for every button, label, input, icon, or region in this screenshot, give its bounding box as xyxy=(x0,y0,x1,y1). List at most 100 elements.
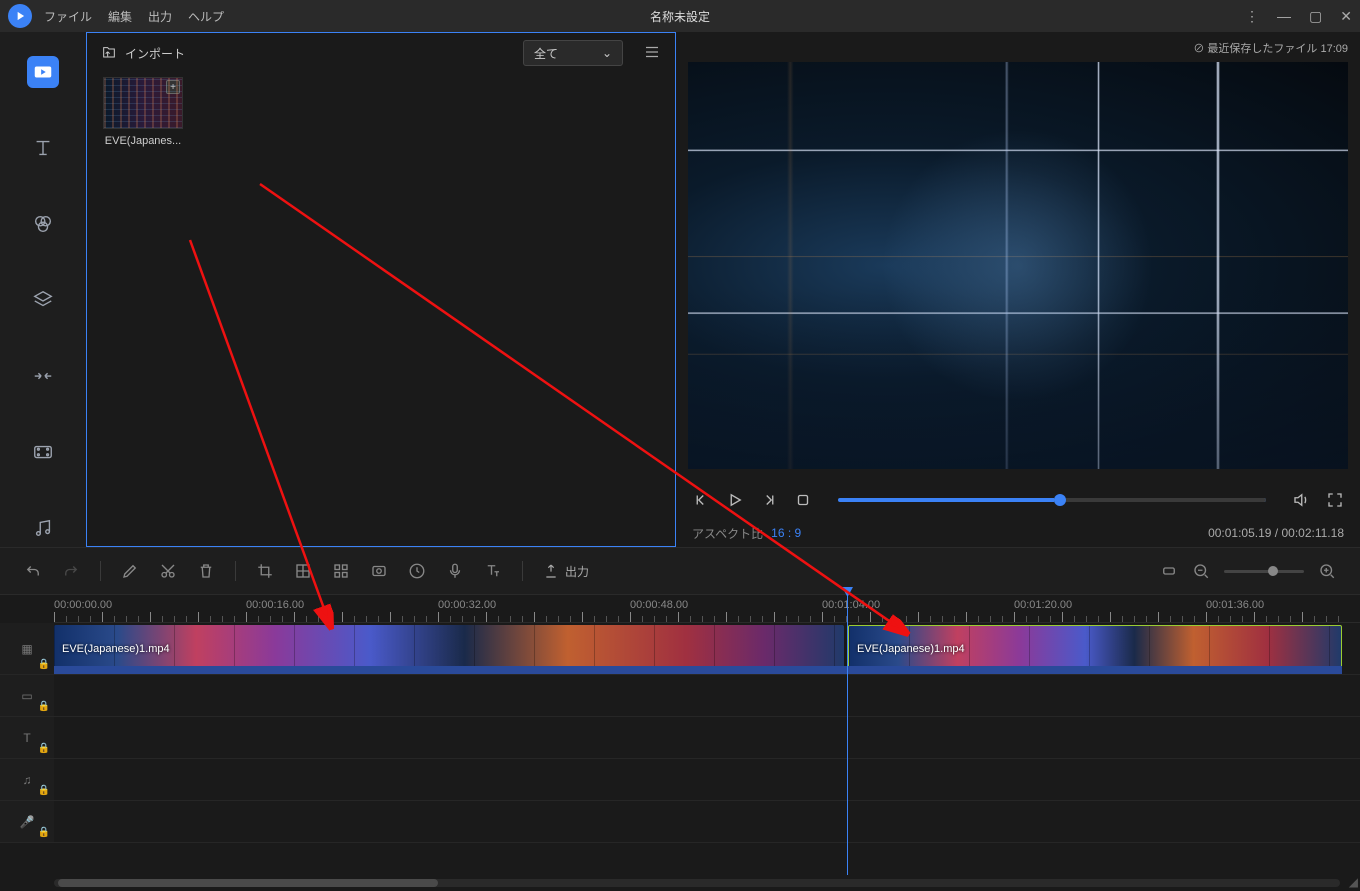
preview-canvas[interactable] xyxy=(688,62,1348,469)
audio-strip xyxy=(54,666,1342,674)
add-to-timeline-icon[interactable]: + xyxy=(166,80,180,94)
video-track-head[interactable]: ▦ 🔒 xyxy=(0,623,54,674)
text-to-speech-button[interactable] xyxy=(484,562,502,580)
lock-icon[interactable]: 🔒 xyxy=(38,659,50,670)
menu-edit[interactable]: 編集 xyxy=(108,8,132,25)
seek-bar[interactable] xyxy=(838,498,1266,502)
media-thumbnail: + xyxy=(103,77,183,129)
voice-track-body[interactable] xyxy=(54,801,1360,842)
lock-icon[interactable]: 🔒 xyxy=(38,743,50,754)
overlay-track-icon: ▭ xyxy=(21,689,32,703)
lock-icon[interactable]: 🔒 xyxy=(38,827,50,838)
export-button[interactable]: 出力 xyxy=(543,563,589,580)
prev-frame-button[interactable] xyxy=(692,491,710,509)
fullscreen-button[interactable] xyxy=(1326,491,1344,509)
redo-button[interactable] xyxy=(62,562,80,580)
app-logo xyxy=(8,4,32,28)
sidebar-elements-icon[interactable] xyxy=(27,436,59,468)
tool-sidebar xyxy=(0,32,86,547)
minimize-button[interactable]: — xyxy=(1277,8,1291,24)
zoom-out-button[interactable] xyxy=(1192,562,1210,580)
timeline-ruler[interactable]: 00:00:00.00 00:00:16.00 00:00:32.00 00:0… xyxy=(54,595,1360,623)
overlay-track: ▭🔒 xyxy=(0,675,1360,717)
main-menu: ファイル 編集 出力 ヘルプ xyxy=(44,8,224,25)
zoom-fit-button[interactable] xyxy=(1160,562,1178,580)
speed-button[interactable] xyxy=(408,562,426,580)
zoom-slider[interactable] xyxy=(1224,570,1304,573)
text-track: T🔒 xyxy=(0,717,1360,759)
play-button[interactable] xyxy=(726,491,744,509)
mosaic-button[interactable] xyxy=(294,562,312,580)
sidebar-audio-icon[interactable] xyxy=(27,512,59,544)
audio-track-head[interactable]: ♫🔒 xyxy=(0,759,54,800)
aspect-ratio-value[interactable]: 16 : 9 xyxy=(771,526,801,540)
delete-button[interactable] xyxy=(197,562,215,580)
media-item[interactable]: + EVE(Japanes... xyxy=(101,77,185,147)
stop-button[interactable] xyxy=(794,491,812,509)
timeline-tracks: ▦ 🔒 EVE(Japanese)1.mp4 EVE(Japanese)1.mp… xyxy=(0,623,1360,843)
mic-track-icon: 🎤 xyxy=(20,815,35,829)
sidebar-filter-icon[interactable] xyxy=(27,208,59,240)
playhead[interactable] xyxy=(847,595,848,875)
timeline-clip-1[interactable]: EVE(Japanese)1.mp4 xyxy=(54,625,844,672)
media-filter-dropdown[interactable]: 全て ⌄ xyxy=(523,40,623,66)
edit-tool-button[interactable] xyxy=(121,562,139,580)
next-frame-button[interactable] xyxy=(760,491,778,509)
volume-button[interactable] xyxy=(1292,491,1310,509)
crop-button[interactable] xyxy=(256,562,274,580)
media-panel: インポート 全て ⌄ + EVE(Japanes... xyxy=(86,32,676,547)
sidebar-text-icon[interactable] xyxy=(27,132,59,164)
overlay-track-head[interactable]: ▭🔒 xyxy=(0,675,54,716)
grid-button[interactable] xyxy=(332,562,350,580)
voice-track-head[interactable]: 🎤🔒 xyxy=(0,801,54,842)
menu-file[interactable]: ファイル xyxy=(44,8,92,25)
record-button[interactable] xyxy=(370,562,388,580)
zoom-in-button[interactable] xyxy=(1318,562,1336,580)
text-track-head[interactable]: T🔒 xyxy=(0,717,54,758)
audio-track-icon: ♫ xyxy=(23,773,32,787)
clip-label: EVE(Japanese)1.mp4 xyxy=(857,643,965,655)
text-track-body[interactable] xyxy=(54,717,1360,758)
aspect-ratio-label: アスペクト比 xyxy=(692,525,763,542)
playback-time: 00:01:05.19 / 00:02:11.18 xyxy=(1208,526,1344,540)
timeline-toolbar: 出力 xyxy=(0,547,1360,595)
filter-value: 全て xyxy=(534,45,558,62)
timeline-scrollbar[interactable] xyxy=(54,879,1340,887)
timeline: 00:00:00.00 00:00:16.00 00:00:32.00 00:0… xyxy=(0,595,1360,843)
lock-icon[interactable]: 🔒 xyxy=(38,701,50,712)
menu-help[interactable]: ヘルプ xyxy=(188,8,224,25)
resize-grip[interactable]: ◢ xyxy=(1349,875,1358,889)
overlay-track-body[interactable] xyxy=(54,675,1360,716)
save-info: ⊘ 最近保存したファイル 17:09 xyxy=(688,40,1348,56)
menu-output[interactable]: 出力 xyxy=(148,8,172,25)
close-button[interactable]: ✕ xyxy=(1340,8,1352,25)
voiceover-button[interactable] xyxy=(446,562,464,580)
timeline-clip-2[interactable]: EVE(Japanese)1.mp4 xyxy=(848,625,1342,672)
text-track-icon: T xyxy=(23,731,30,745)
cut-button[interactable] xyxy=(159,562,177,580)
view-mode-toggle[interactable] xyxy=(643,43,661,64)
chevron-down-icon: ⌄ xyxy=(602,46,612,60)
import-button[interactable]: インポート xyxy=(101,45,185,62)
video-track-icon: ▦ xyxy=(21,642,32,656)
preview-panel: ⊘ 最近保存したファイル 17:09 アスペクト比 16 : 9 00:01:0… xyxy=(676,32,1360,547)
voice-track: 🎤🔒 xyxy=(0,801,1360,843)
undo-button[interactable] xyxy=(24,562,42,580)
sidebar-media-icon[interactable] xyxy=(27,56,59,88)
more-icon[interactable]: ⋮ xyxy=(1245,8,1259,25)
maximize-button[interactable]: ▢ xyxy=(1309,8,1322,25)
video-track: ▦ 🔒 EVE(Japanese)1.mp4 EVE(Japanese)1.mp… xyxy=(0,623,1360,675)
media-item-label: EVE(Japanes... xyxy=(101,135,185,147)
transport-controls xyxy=(688,481,1348,519)
audio-track-body[interactable] xyxy=(54,759,1360,800)
titlebar: ファイル 編集 出力 ヘルプ 名称未設定 ⋮ — ▢ ✕ xyxy=(0,0,1360,32)
lock-icon[interactable]: 🔒 xyxy=(38,785,50,796)
clip-label: EVE(Japanese)1.mp4 xyxy=(62,643,170,655)
import-label: インポート xyxy=(125,45,185,62)
sidebar-overlay-icon[interactable] xyxy=(27,284,59,316)
document-title: 名称未設定 xyxy=(650,8,710,25)
audio-track: ♫🔒 xyxy=(0,759,1360,801)
export-label: 出力 xyxy=(565,563,589,580)
sidebar-transition-icon[interactable] xyxy=(27,360,59,392)
video-track-body[interactable]: EVE(Japanese)1.mp4 EVE(Japanese)1.mp4 xyxy=(54,623,1360,674)
